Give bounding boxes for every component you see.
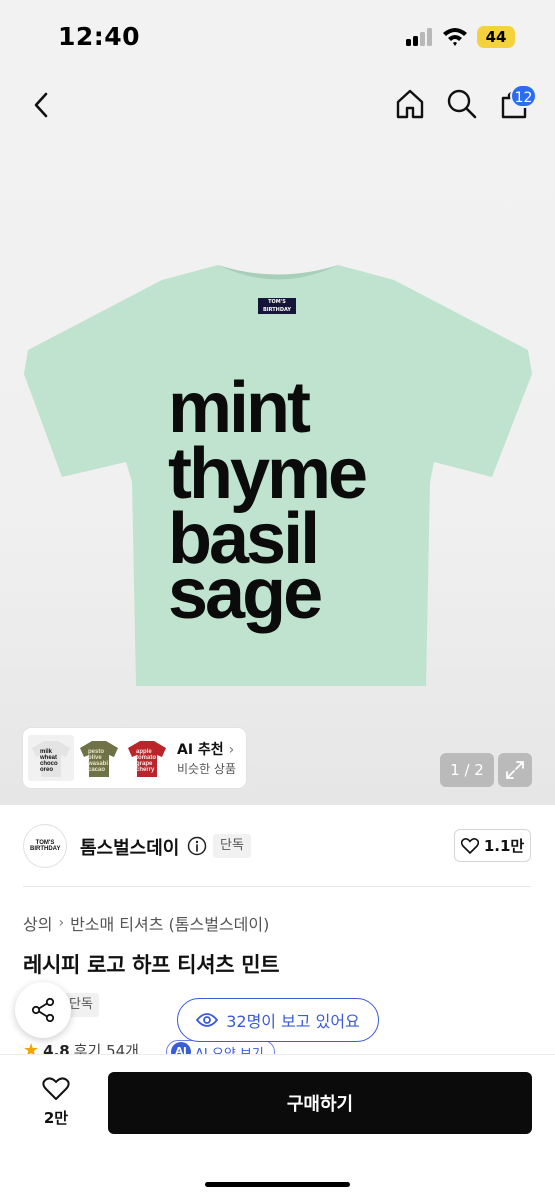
brand-like-count: 1.1만 <box>483 837 525 855</box>
recommend-thumbnail[interactable]: pesto olive wasabi cacao <box>76 735 122 781</box>
brand-logo[interactable]: TOM'S BIRTHDAY <box>23 824 67 868</box>
brand-like-button[interactable]: 1.1만 <box>454 829 531 862</box>
chevron-left-icon <box>34 92 48 118</box>
home-button[interactable] <box>390 84 430 124</box>
image-counter: 1 / 2 <box>440 753 494 787</box>
search-button[interactable] <box>442 84 482 124</box>
viewers-indicator: 32명이 보고 있어요 <box>177 998 379 1042</box>
status-bar: 12:40 44 <box>0 0 555 70</box>
signal-icon <box>406 28 434 46</box>
fullscreen-button[interactable] <box>498 753 532 787</box>
breadcrumb-item[interactable]: 반소매 티셔츠 (톰스벌스데이) <box>70 911 269 935</box>
heart-icon <box>42 1076 70 1100</box>
battery-indicator: 44 <box>477 26 515 48</box>
status-time: 12:40 <box>58 22 141 51</box>
search-icon <box>447 89 477 119</box>
home-icon <box>396 89 424 119</box>
home-indicator <box>205 1182 350 1187</box>
brand-logo-text: TOM'S BIRTHDAY <box>30 840 61 852</box>
thumbnail-print: pesto olive wasabi cacao <box>88 749 109 773</box>
viewers-text: 32명이 보고 있어요 <box>226 1012 360 1031</box>
info-icon[interactable] <box>187 836 207 856</box>
breadcrumb: 상의 › 반소매 티셔츠 (톰스벌스데이) <box>23 911 269 935</box>
ai-recommend-label: AI 추천 <box>177 742 224 758</box>
expand-icon <box>506 761 524 779</box>
wifi-icon <box>443 28 467 46</box>
recommend-thumbnail[interactable]: milk wheat choco oreo <box>28 735 74 781</box>
chevron-right-icon: › <box>228 742 235 758</box>
divider <box>23 886 531 887</box>
share-button[interactable] <box>15 982 71 1038</box>
share-icon <box>31 997 55 1023</box>
eye-icon <box>196 1013 219 1027</box>
back-button[interactable] <box>22 85 60 125</box>
exclusive-badge: 단독 <box>213 834 251 858</box>
brand-name[interactable]: 톰스벌스데이 <box>80 834 179 860</box>
cart-count-badge: 12 <box>510 84 537 108</box>
thumbnail-print: apple tomato grape cherry <box>136 749 156 773</box>
chevron-right-icon: › <box>58 915 65 931</box>
thumbnail-print: milk wheat choco oreo <box>40 749 58 773</box>
breadcrumb-item[interactable]: 상의 <box>23 911 52 935</box>
heart-icon <box>460 837 479 854</box>
tshirt-print-line: sage <box>168 554 323 634</box>
wishlist-button[interactable]: 2만 <box>26 1072 86 1132</box>
buy-button[interactable]: 구매하기 <box>108 1072 532 1134</box>
ai-recommend-title[interactable]: AI 추천 › <box>177 739 234 759</box>
recommend-thumbnail[interactable]: apple tomato grape cherry <box>124 735 170 781</box>
product-title: 레시피 로고 하프 티셔츠 민트 <box>23 953 280 977</box>
ai-recommend-subtitle: 비슷한 상품 <box>177 762 237 776</box>
tshirt-neck-label: TOM'S BIRTHDAY <box>258 298 296 314</box>
wishlist-count: 2만 <box>43 1108 69 1127</box>
